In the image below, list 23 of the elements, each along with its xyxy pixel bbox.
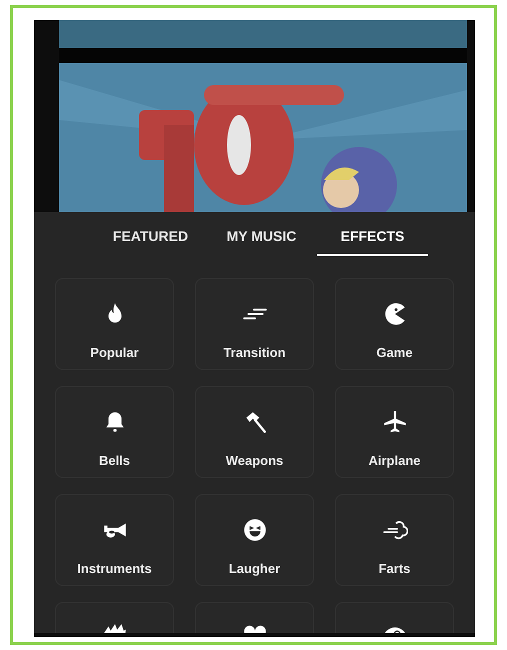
category-card[interactable]: Bells <box>55 386 174 478</box>
category-card[interactable]: Instruments <box>55 494 174 586</box>
category-label: Farts <box>378 560 410 578</box>
category-label: Airplane <box>368 452 420 470</box>
category-card[interactable]: Popular <box>55 278 174 370</box>
tab[interactable]: EFFECTS <box>317 212 428 256</box>
category-label: Game <box>376 344 413 362</box>
category-label: Popular <box>90 344 139 362</box>
category-card[interactable]: Airplane <box>335 386 454 478</box>
category-label: Instruments <box>77 560 152 578</box>
airplane-icon <box>382 409 408 435</box>
category-label: Transition <box>223 344 286 362</box>
category-card[interactable]: Weapons <box>195 386 314 478</box>
category-label: Weapons <box>226 452 284 470</box>
category-card[interactable]: Farts <box>335 494 454 586</box>
category-label: Bells <box>98 452 130 470</box>
category-card[interactable]: Game <box>335 278 454 370</box>
laughing-face-icon <box>242 517 268 543</box>
category-label: Laugher <box>228 560 280 578</box>
tab[interactable]: FEATURED <box>95 212 206 256</box>
category-card[interactable]: Transition <box>195 278 314 370</box>
tab[interactable]: MY MUSIC <box>206 212 317 256</box>
category-card[interactable]: Laugher <box>195 494 314 586</box>
